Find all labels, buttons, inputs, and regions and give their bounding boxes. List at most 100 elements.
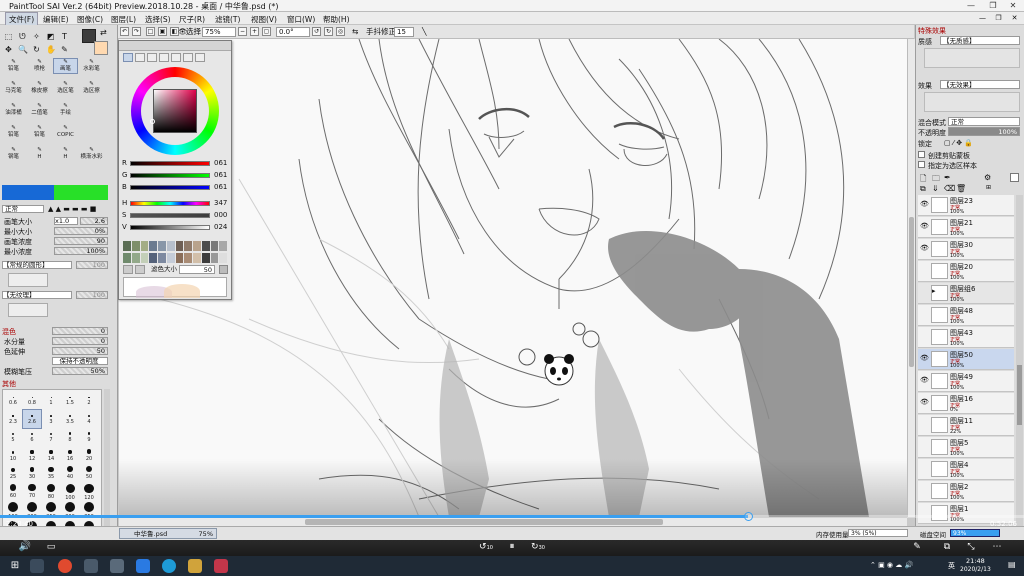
file-explorer-icon[interactable] — [188, 559, 202, 573]
size-preset[interactable]: 3 — [42, 410, 60, 428]
tray-icons[interactable]: ⌃ ▣ ◉ ☁ 🔊 — [870, 561, 913, 569]
scratch-tab-icon[interactable] — [183, 53, 193, 62]
document-tab[interactable]: 中华鲁.psd 75% — [119, 528, 217, 539]
more-options-icon[interactable]: ⋯ — [990, 540, 1004, 554]
color-swatch[interactable] — [123, 241, 131, 251]
brush-slot[interactable]: ✎ H — [28, 147, 51, 161]
size-preset[interactable]: 100 — [61, 483, 79, 502]
size-preset[interactable]: 120 — [80, 483, 98, 502]
brush-slot[interactable]: ✎ 手绘 — [54, 103, 77, 117]
app-icon-1[interactable] — [110, 559, 124, 573]
color-swatch[interactable] — [210, 252, 219, 263]
history-tab-icon[interactable] — [195, 53, 205, 62]
line-tool-icon[interactable]: ╲ — [422, 27, 427, 37]
clock-date[interactable]: 2020/2/13 — [960, 566, 991, 573]
doc-restore-button[interactable]: ❐ — [992, 13, 1005, 23]
start-icon[interactable]: ⊞ — [8, 559, 22, 573]
flip-icon[interactable]: ⇆ — [352, 27, 358, 37]
pen-icon[interactable]: ✎ — [910, 540, 924, 554]
eye-hidden-icon[interactable] — [920, 486, 929, 495]
layer-list-scrollbar[interactable] — [1016, 195, 1023, 540]
size-preset[interactable]: 40 — [61, 465, 79, 483]
color-slider[interactable] — [130, 201, 210, 206]
color-slider[interactable] — [130, 173, 210, 178]
layer-row[interactable]: 图层20 正常 100% — [918, 261, 1014, 282]
size-preset[interactable]: 12 — [23, 447, 41, 465]
eye-hidden-icon[interactable] — [920, 464, 929, 473]
min-density-slider[interactable]: 100% — [54, 247, 108, 255]
clock-time[interactable]: 21:48 — [966, 557, 985, 565]
eye-hidden-icon[interactable] — [920, 310, 929, 319]
scratch-size-field[interactable]: 50 — [179, 265, 215, 274]
maximize-button[interactable]: ❐ — [982, 0, 1004, 12]
scratch-tool-icon[interactable] — [135, 265, 145, 274]
video-progress-bar[interactable] — [0, 512, 1024, 521]
brush-texture-select[interactable]: 【无纹理】 — [2, 291, 72, 299]
size-preset[interactable]: 20 — [80, 447, 98, 465]
layer-row[interactable]: 图层43 正常 100% — [918, 327, 1014, 348]
vertical-scroll-thumb[interactable] — [909, 217, 914, 367]
brush-shape-select[interactable]: 【常规的圆形】 — [2, 261, 72, 269]
color-swatch[interactable] — [184, 241, 192, 251]
color-slider[interactable] — [130, 213, 210, 218]
clip-mask-box[interactable] — [918, 151, 925, 158]
selection-source-checkbox[interactable]: 指定为选区样本 — [928, 161, 977, 171]
vertical-scrollbar[interactable] — [907, 39, 915, 517]
brush-slot[interactable]: ✎ 铅笔 — [2, 59, 25, 73]
brush-slot[interactable]: ✎ 水彩笔 — [80, 59, 103, 73]
size-preset[interactable]: 6 — [23, 428, 41, 446]
selection-source-box[interactable] — [918, 161, 925, 168]
layer-folder-row[interactable]: ▸ 图层组6 正常 100% — [918, 283, 1014, 304]
brush-slot[interactable]: ✎ 喷枪 — [28, 59, 51, 73]
layer-row[interactable]: 👁 图层16 正常 0% — [918, 393, 1014, 414]
layer-options-icon[interactable] — [1010, 173, 1019, 182]
video-progress-handle[interactable] — [743, 512, 753, 521]
clear-layer-icon[interactable]: ⌫ — [944, 184, 955, 193]
rect-select-icon[interactable]: ⬚ — [3, 31, 14, 42]
size-preset[interactable]: 35 — [42, 465, 60, 483]
lasso-icon[interactable]: ᘎ — [17, 31, 28, 42]
color-slider-value[interactable]: 061 — [214, 183, 227, 191]
zoom-in-button[interactable]: + — [250, 27, 259, 36]
rotate-icon[interactable]: ↻ — [31, 44, 42, 55]
color-swatch[interactable] — [123, 252, 131, 263]
undo-button[interactable]: ↶ — [120, 27, 129, 36]
size-preset[interactable]: 14 — [42, 447, 60, 465]
size-preset[interactable]: 30 — [23, 465, 41, 483]
volume-icon[interactable]: 🔊 — [18, 540, 32, 554]
size-preset[interactable]: 3.5 — [61, 410, 79, 428]
color-swatch[interactable] — [149, 252, 157, 263]
rotate-reset-button[interactable]: ◎ — [336, 27, 345, 36]
mixer-tab-icon[interactable] — [171, 53, 181, 62]
background-swatch-bar[interactable] — [54, 185, 108, 200]
size-preset[interactable]: 1.5 — [61, 391, 79, 409]
size-preset[interactable]: 5 — [4, 428, 22, 446]
brush-slot[interactable] — [80, 103, 103, 117]
blend-mode-select[interactable]: 正常 — [2, 205, 44, 213]
brush-slot[interactable]: ✎ 铅笔 — [28, 125, 51, 139]
brush-size-multiplier[interactable]: x1.0 — [54, 217, 78, 225]
layer-row[interactable]: 图层5 正常 100% — [918, 437, 1014, 458]
invert-selection-button[interactable]: ▣ — [158, 27, 167, 36]
brush-shape-strength[interactable]: 100 — [76, 261, 108, 269]
eye-icon[interactable]: 👁 — [920, 354, 929, 363]
color-swatch[interactable] — [210, 241, 219, 251]
stabilizer-field[interactable]: 15 — [394, 27, 414, 37]
layer-row[interactable]: 👁 图层50 正常 100% — [918, 349, 1014, 370]
keep-opacity-toggle[interactable]: 保持不透明度 — [52, 357, 108, 365]
brush-tip-shapes[interactable]: ▲ ▲ ▬ ▬ ▬ ■ — [48, 205, 108, 213]
brush-slot[interactable]: ✎ 横渐水彩 — [80, 147, 103, 161]
color-swatch[interactable] — [140, 252, 149, 263]
close-button[interactable]: ✕ — [1002, 0, 1024, 12]
hand-icon[interactable]: ✋ — [45, 44, 56, 55]
size-preset[interactable]: 25 — [4, 465, 22, 483]
size-preset[interactable]: 10 — [4, 447, 22, 465]
layer-row[interactable]: 图层2 正常 100% — [918, 481, 1014, 502]
eye-icon[interactable]: 👁 — [920, 376, 929, 385]
magic-wand-icon[interactable]: ✧ — [31, 31, 42, 42]
layer-row[interactable]: 图层48 正常 100% — [918, 305, 1014, 326]
sv-cursor[interactable] — [150, 119, 155, 124]
color-slider-value[interactable]: 347 — [214, 199, 227, 207]
size-preset[interactable]: 9 — [80, 428, 98, 446]
minimize-button[interactable]: — — [960, 0, 982, 12]
